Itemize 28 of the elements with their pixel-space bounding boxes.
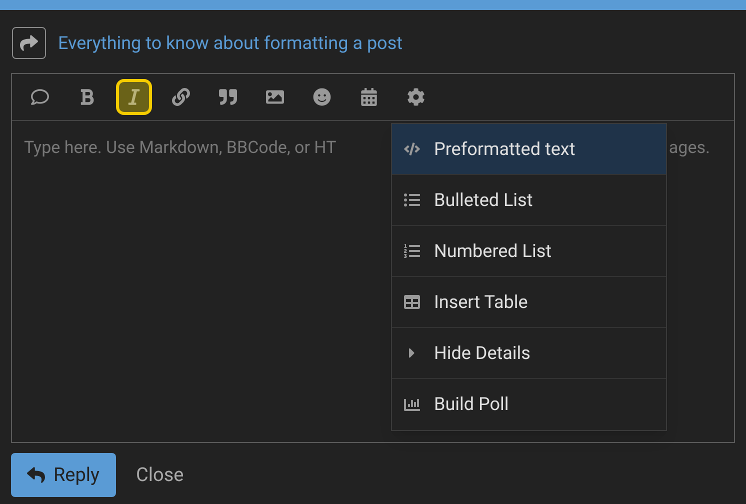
code-icon bbox=[404, 141, 420, 157]
settings-icon bbox=[407, 88, 425, 106]
menu-item[interactable]: Build Poll bbox=[392, 379, 666, 430]
bulleted-list-icon bbox=[404, 192, 420, 208]
menu-item[interactable]: Numbered List bbox=[392, 226, 666, 277]
menu-item[interactable]: Bulleted List bbox=[392, 175, 666, 226]
placeholder-text: Type here. Use Markdown, BBCode, or HT bbox=[24, 137, 336, 160]
image-icon bbox=[266, 88, 284, 106]
bold-icon bbox=[78, 88, 96, 106]
topic-link[interactable]: Everything to know about formatting a post bbox=[58, 30, 402, 56]
table-icon bbox=[404, 294, 420, 310]
reply-arrow-icon bbox=[27, 466, 46, 484]
menu-item[interactable]: Insert Table bbox=[392, 277, 666, 328]
italic-button[interactable] bbox=[116, 79, 152, 115]
menu-item[interactable]: Preformatted text bbox=[392, 124, 666, 175]
calendar-icon bbox=[360, 88, 378, 106]
placeholder-text: ages. bbox=[668, 137, 711, 160]
speech-bubble-icon bbox=[31, 88, 49, 106]
numbered-list-icon bbox=[404, 243, 420, 259]
menu-item[interactable]: Hide Details bbox=[392, 328, 666, 379]
quote-icon bbox=[219, 88, 237, 106]
bar-chart-icon bbox=[404, 396, 420, 412]
smiley-icon bbox=[313, 88, 331, 106]
reply-button[interactable]: Reply bbox=[11, 453, 116, 497]
share-icon[interactable] bbox=[12, 27, 46, 59]
share-arrow-icon bbox=[20, 34, 38, 52]
link-icon bbox=[172, 88, 190, 106]
close-button[interactable]: Close bbox=[136, 460, 184, 490]
